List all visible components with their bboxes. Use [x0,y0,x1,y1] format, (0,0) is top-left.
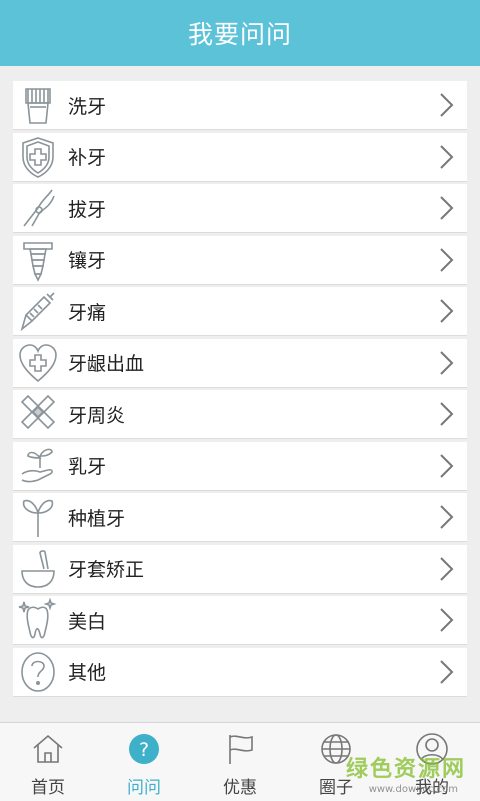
chevron-right-icon [427,184,467,232]
list-item-fill[interactable]: 补牙 [13,132,467,181]
watermark-url: www.downcc.com [368,784,458,795]
chevron-right-icon [427,236,467,284]
list-item-wash[interactable]: 洗牙 [13,81,467,129]
tab-ask[interactable]: ? 问问 [96,723,192,801]
list-item-other[interactable]: 其他 [13,647,467,696]
list-item-implant[interactable]: 种植牙 [13,493,467,541]
syringe-icon [13,287,63,335]
tab-label: 优惠 [223,778,257,798]
list-item-label: 牙套矫正 [68,559,145,581]
list-item-label: 洗牙 [68,95,107,118]
list-item-extract[interactable]: 拔牙 [13,184,467,232]
list-item-whitening[interactable]: 美白 [13,596,467,644]
mortar-icon [13,545,63,593]
chevron-right-icon [427,287,467,335]
toothbrush-icon [13,81,63,129]
implant-icon [13,236,63,284]
list-item-periodontitis[interactable]: 牙周炎 [13,390,467,438]
pliers-icon [13,184,63,232]
svg-text:?: ? [139,739,149,761]
tab-label: 首页 [31,778,65,798]
list-item-gum-bleeding[interactable]: 牙龈出血 [13,338,467,387]
list-item-toothache[interactable]: 牙痛 [13,287,467,335]
flag-icon [223,732,257,770]
chevron-right-icon [427,596,467,644]
list-item-braces[interactable]: 牙套矫正 [13,544,467,593]
list-item-label: 拔牙 [68,198,107,221]
question-category-list: 洗牙 补牙 拔牙 镶牙 牙痛 牙龈出血 牙周炎 乳牙 种植牙 牙套矫正 美白 其… [13,81,467,699]
list-item-label: 镶牙 [68,250,107,272]
list-item-label: 其他 [68,662,107,684]
question-badge-icon: ? [127,732,161,770]
chevron-right-icon [427,390,467,438]
heart-cross-icon [13,339,63,387]
tab-home[interactable]: 首页 [0,723,96,801]
list-item-label: 牙龈出血 [68,353,145,375]
chevron-right-icon [427,442,467,490]
list-item-label: 牙周炎 [68,404,126,427]
chevron-right-icon [427,545,467,593]
chevron-right-icon [427,648,467,696]
sprout-icon [13,493,63,541]
list-item-label: 补牙 [68,147,107,169]
bandage-icon [13,390,63,438]
list-item-baby-teeth[interactable]: 乳牙 [13,441,467,490]
list-item-label: 美白 [68,610,107,633]
tab-deals[interactable]: 优惠 [192,723,288,801]
header-bar: 我要问问 [0,0,480,66]
list-item-denture[interactable]: 镶牙 [13,235,467,284]
tab-label: 问问 [127,778,161,798]
home-icon [31,732,65,770]
list-item-label: 乳牙 [68,456,107,478]
chevron-right-icon [427,81,467,129]
chevron-right-icon [427,493,467,541]
question-circle-icon [13,648,63,696]
sparkle-tooth-icon [13,596,63,644]
shield-cross-icon [13,133,63,181]
chevron-right-icon [427,133,467,181]
chevron-right-icon [427,339,467,387]
list-item-label: 牙痛 [68,301,107,324]
list-item-label: 种植牙 [68,507,126,530]
bottom-tab-bar: 首页 ? 问问 优惠 圈子 我的 绿色资源网 www.downcc.com [0,722,480,801]
page-title: 我要问问 [187,20,292,49]
watermark-text: 绿色资源网 [345,757,466,782]
hand-sprout-icon [13,442,63,490]
